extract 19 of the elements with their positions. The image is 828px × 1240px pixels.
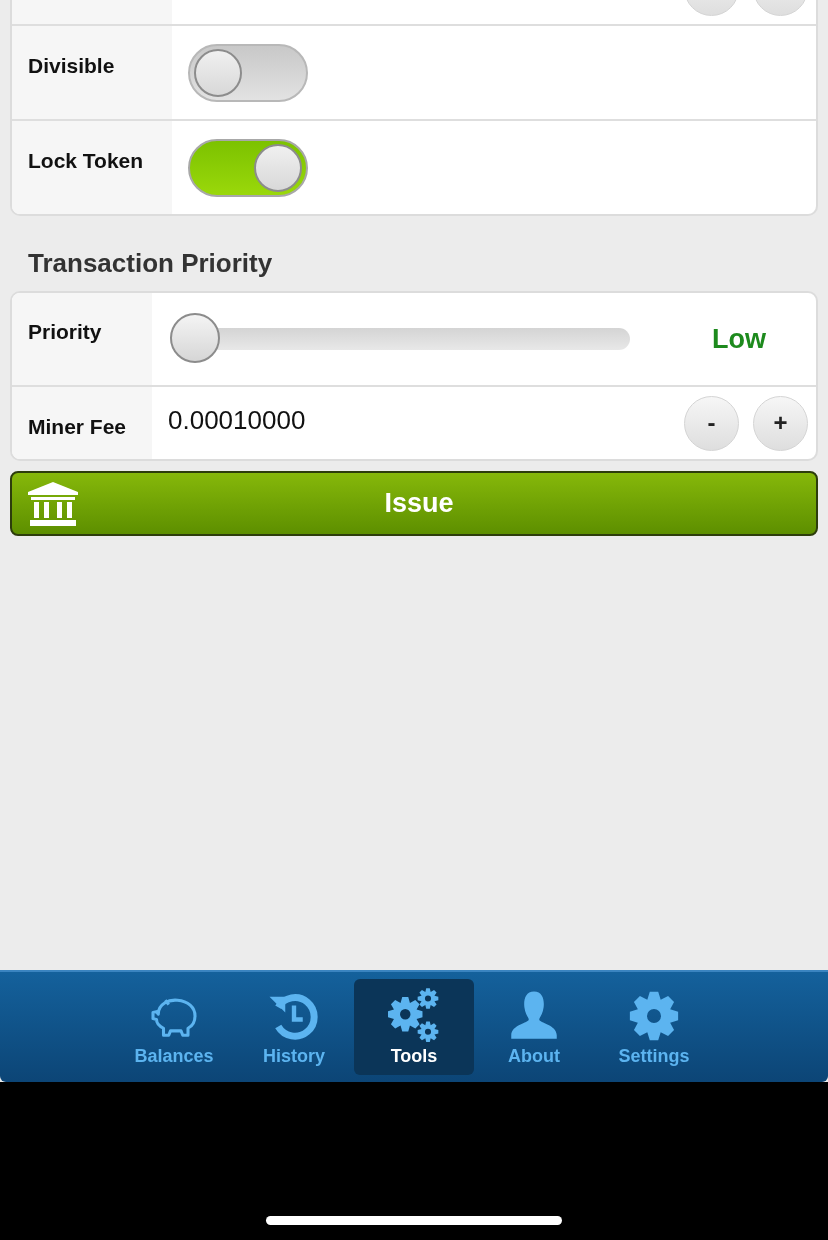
toggle-switch[interactable] bbox=[188, 43, 308, 102]
field-label: Miner Fee bbox=[28, 415, 127, 439]
tab[interactable]: Balances bbox=[114, 979, 234, 1075]
increment-button[interactable]: + bbox=[753, 395, 808, 451]
issue-button[interactable]: Issue bbox=[10, 471, 818, 536]
section-title: Transaction Priority bbox=[28, 248, 274, 279]
field-label: Priority bbox=[28, 320, 102, 344]
field-label: Divisible bbox=[28, 53, 115, 78]
tab[interactable]: About bbox=[474, 979, 594, 1075]
tab[interactable]: History bbox=[234, 979, 354, 1075]
priority-reading: Low bbox=[711, 323, 767, 355]
decrement-button[interactable]: - bbox=[684, 395, 739, 451]
field-label: Lock Token bbox=[28, 148, 144, 173]
fee-value[interactable]: 0.00010000 bbox=[168, 404, 306, 436]
tab[interactable]: Settings bbox=[594, 979, 714, 1075]
bank-icon bbox=[28, 481, 78, 526]
tab[interactable]: Tools bbox=[354, 979, 474, 1075]
toggle-switch[interactable] bbox=[188, 138, 308, 197]
slider-thumb[interactable] bbox=[170, 313, 220, 363]
